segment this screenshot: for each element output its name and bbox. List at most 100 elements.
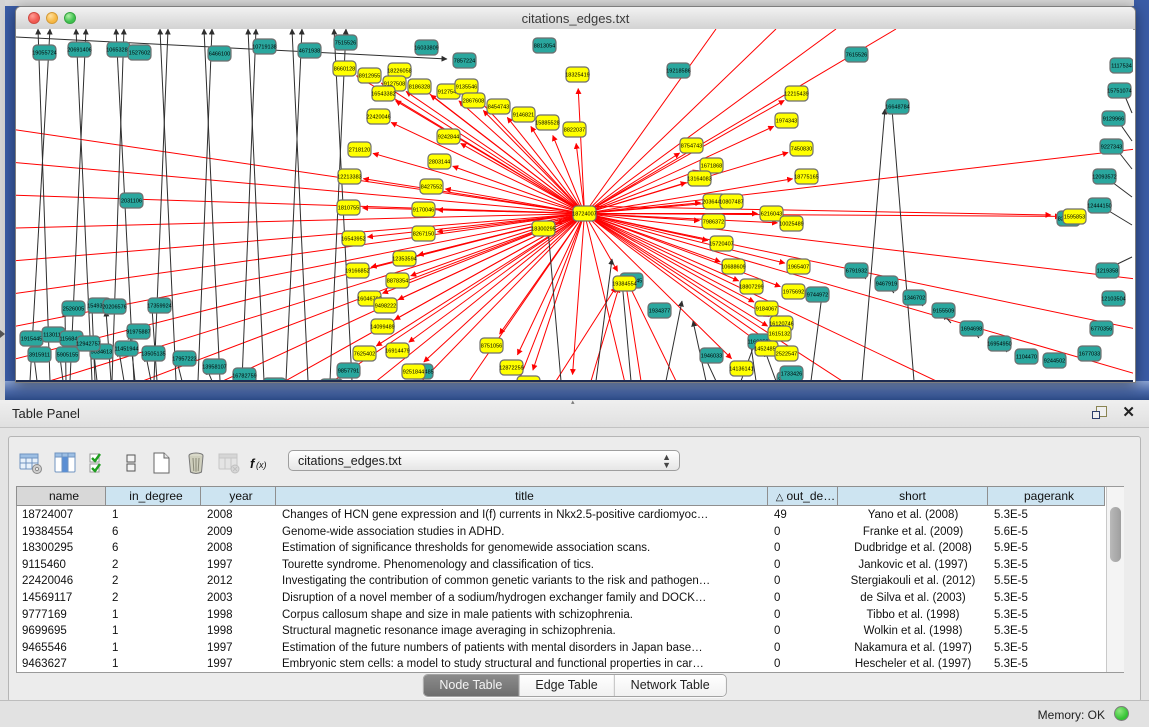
delete-table-icon[interactable] bbox=[183, 450, 209, 476]
table-settings-icon[interactable] bbox=[18, 450, 44, 476]
backdrop-left-strip bbox=[0, 0, 5, 400]
svg-text:9467919: 9467919 bbox=[876, 282, 897, 288]
table-cell: 1 bbox=[106, 607, 201, 624]
svg-text:18300295: 18300295 bbox=[531, 227, 555, 233]
table-cell: 49 bbox=[768, 507, 838, 524]
svg-text:16033809: 16033809 bbox=[414, 46, 438, 52]
svg-text:1733426: 1733426 bbox=[781, 372, 802, 378]
window-title: citations_edges.txt bbox=[16, 11, 1135, 26]
svg-text:9251844: 9251844 bbox=[403, 370, 424, 376]
svg-text:9242844: 9242844 bbox=[438, 135, 459, 141]
table-cell: 0 bbox=[768, 590, 838, 607]
svg-text:8454743: 8454743 bbox=[488, 105, 509, 111]
svg-text:13164083: 13164083 bbox=[687, 177, 711, 183]
screen: citations_edges.txt 19055724206914061065… bbox=[0, 0, 1149, 727]
svg-text:(x): (x) bbox=[256, 460, 267, 470]
table-row[interactable]: 1456911722003Disruption of a novel membe… bbox=[16, 590, 1105, 607]
table-scrollbar[interactable] bbox=[1106, 487, 1124, 672]
table-cell: 1 bbox=[106, 507, 201, 524]
svg-text:1810755: 1810755 bbox=[338, 206, 359, 212]
table-row[interactable]: 1830029562008Estimation of significance … bbox=[16, 540, 1105, 557]
svg-text:6466100: 6466100 bbox=[209, 52, 230, 58]
tab-edge-table[interactable]: Edge Table bbox=[519, 675, 614, 696]
svg-text:1946033: 1946033 bbox=[701, 354, 722, 360]
table-row[interactable]: 1872400712008Changes of HCN gene express… bbox=[16, 507, 1105, 524]
table-cell: 14569117 bbox=[16, 590, 106, 607]
column-header-out-degree[interactable]: △out_de… bbox=[768, 486, 838, 506]
table-selector[interactable]: citations_edges.txt ▲▼ bbox=[288, 450, 680, 471]
svg-text:10653287: 10653287 bbox=[106, 48, 130, 54]
table-row[interactable]: 946362711997Embryonic stem cells: a mode… bbox=[16, 656, 1105, 673]
scrollbar-thumb[interactable] bbox=[1110, 507, 1121, 562]
select-all-icon[interactable] bbox=[86, 450, 112, 476]
splitter-handle[interactable]: ▴ bbox=[571, 400, 579, 405]
table-cell: Disruption of a novel member of a sodium… bbox=[276, 590, 768, 607]
table-cell: Tibbo et al. (1998) bbox=[838, 607, 988, 624]
new-column-icon[interactable] bbox=[148, 450, 174, 476]
svg-text:12942757: 12942757 bbox=[76, 342, 100, 348]
table-cell: Investigating the contribution of common… bbox=[276, 573, 768, 590]
network-window-titlebar[interactable]: citations_edges.txt bbox=[16, 7, 1135, 30]
svg-text:8427552: 8427552 bbox=[421, 185, 442, 191]
svg-text:1219358: 1219358 bbox=[1097, 269, 1118, 275]
table-cell: 22420046 bbox=[16, 573, 106, 590]
table-cell: Structural magnetic resonance image aver… bbox=[276, 623, 768, 640]
svg-text:1527602: 1527602 bbox=[129, 51, 150, 57]
table-mode-icon[interactable] bbox=[118, 450, 144, 476]
tab-node-table[interactable]: Node Table bbox=[423, 675, 519, 696]
svg-text:7986372: 7986372 bbox=[703, 220, 724, 226]
svg-text:5905155: 5905155 bbox=[57, 353, 78, 359]
svg-text:8660128: 8660128 bbox=[334, 67, 355, 73]
table-row[interactable]: 2242004622012Investigating the contribut… bbox=[16, 573, 1105, 590]
function-builder-icon[interactable]: f (x) bbox=[248, 450, 274, 476]
close-panel-icon[interactable]: ✕ bbox=[1122, 403, 1135, 421]
table-row[interactable]: 969969511998Structural magnetic resonanc… bbox=[16, 623, 1105, 640]
network-canvas[interactable]: 1905572420691406106532871527602646610010… bbox=[16, 29, 1133, 380]
svg-text:13958107: 13958107 bbox=[202, 365, 226, 371]
svg-text:22420046: 22420046 bbox=[366, 115, 390, 121]
table-cell: 5.9E-5 bbox=[988, 540, 1105, 557]
svg-text:1595853: 1595853 bbox=[1064, 215, 1085, 221]
memory-status-indicator[interactable] bbox=[1114, 706, 1129, 721]
table-cell: 1998 bbox=[201, 623, 276, 640]
table-cell: 5.3E-5 bbox=[988, 656, 1105, 673]
svg-text:2031106: 2031106 bbox=[121, 199, 142, 205]
table-cell: 6 bbox=[106, 524, 201, 541]
svg-text:12103504: 12103504 bbox=[1101, 297, 1125, 303]
table-row[interactable]: 977716911998Corpus callosum shape and si… bbox=[16, 607, 1105, 624]
svg-text:7515526: 7515526 bbox=[335, 41, 356, 47]
table-cell: Changes of HCN gene expression and I(f) … bbox=[276, 507, 768, 524]
network-canvas-wrap: 1905572420691406106532871527602646610010… bbox=[16, 29, 1133, 382]
svg-text:8186328: 8186328 bbox=[409, 85, 430, 91]
svg-text:10807487: 10807487 bbox=[719, 200, 743, 206]
table-row[interactable]: 911546021997Tourette syndrome. Phenomeno… bbox=[16, 557, 1105, 574]
column-header-year[interactable]: year bbox=[201, 486, 276, 506]
table-row[interactable]: 1938455462009Genome-wide association stu… bbox=[16, 524, 1105, 541]
svg-text:14099489: 14099489 bbox=[370, 325, 394, 331]
column-header-pagerank[interactable]: pagerank bbox=[988, 486, 1105, 506]
sort-asc-icon: △ bbox=[776, 492, 784, 503]
column-header-title[interactable]: title bbox=[276, 486, 768, 506]
svg-text:12444150: 12444150 bbox=[1087, 204, 1111, 210]
table-cell: de Silva et al. (2003) bbox=[838, 590, 988, 607]
svg-text:19384554: 19384554 bbox=[612, 282, 636, 288]
table-cell: 5.3E-5 bbox=[988, 557, 1105, 574]
svg-text:2803144: 2803144 bbox=[429, 160, 450, 166]
svg-text:1671868: 1671868 bbox=[701, 164, 722, 170]
tab-network-table[interactable]: Network Table bbox=[615, 675, 726, 696]
column-header-in-degree[interactable]: in_degree bbox=[106, 486, 201, 506]
table-cell: 0 bbox=[768, 623, 838, 640]
svg-text:1934377: 1934377 bbox=[649, 309, 670, 315]
float-window-icon[interactable] bbox=[1092, 406, 1107, 420]
svg-text:7857224: 7857224 bbox=[454, 59, 475, 65]
column-header-short[interactable]: short bbox=[838, 486, 988, 506]
show-columns-icon[interactable] bbox=[52, 450, 78, 476]
status-bar: Memory: OK bbox=[0, 700, 1149, 727]
dropdown-arrows-icon: ▲▼ bbox=[662, 453, 671, 469]
svg-text:12215439: 12215439 bbox=[784, 92, 808, 98]
column-header-name[interactable]: name bbox=[16, 486, 106, 506]
table-row[interactable]: 946554611997Estimation of the future num… bbox=[16, 640, 1105, 657]
table-cell: 9699695 bbox=[16, 623, 106, 640]
svg-text:6791932: 6791932 bbox=[846, 269, 867, 275]
table-cell: 1998 bbox=[201, 607, 276, 624]
